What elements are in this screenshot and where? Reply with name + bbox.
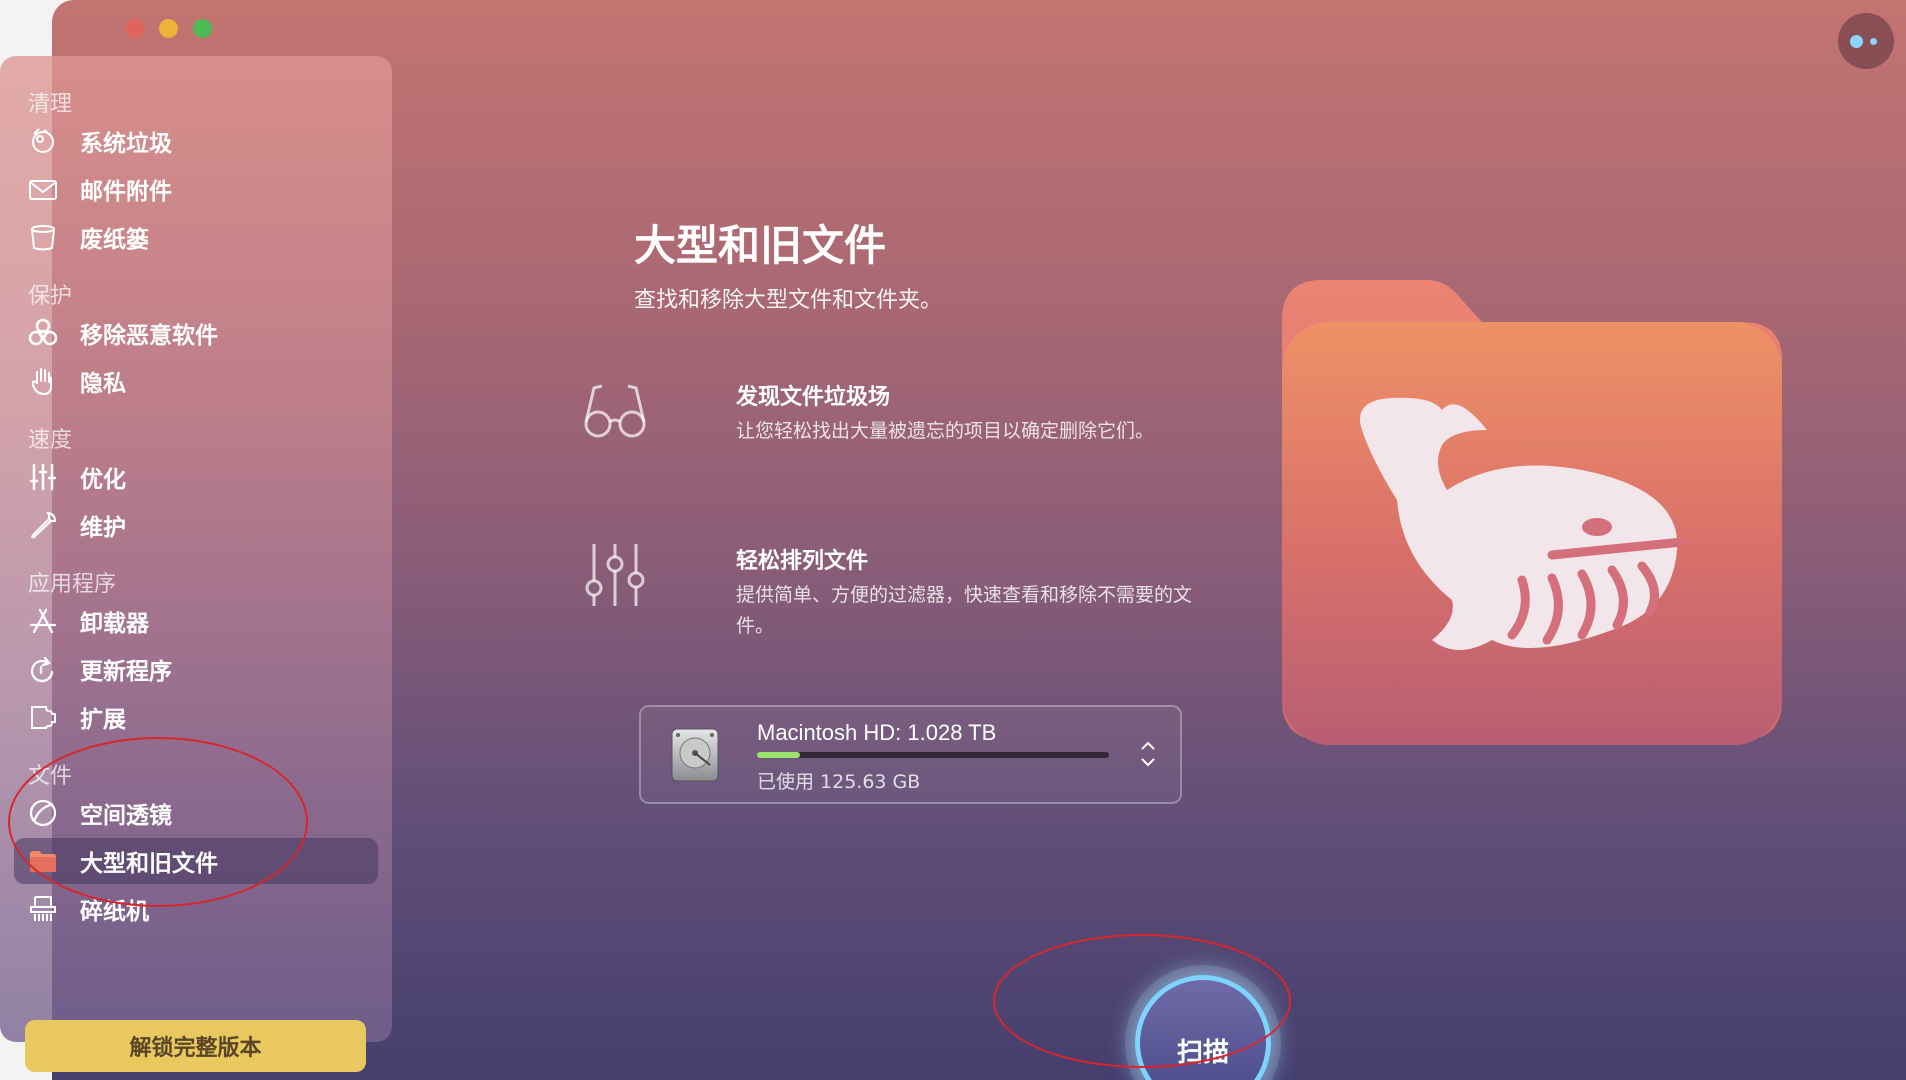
sidebar-item-label: 卸载器 — [80, 611, 149, 637]
sliders-icon — [28, 462, 58, 492]
wrench-icon — [28, 510, 58, 540]
sidebar-item-mail-attachments[interactable]: 邮件附件 — [14, 166, 378, 212]
sidebar-item-trash[interactable]: 废纸篓 — [14, 214, 378, 260]
assistant-button[interactable] — [1838, 13, 1894, 69]
sidebar-item-maintenance[interactable]: 维护 — [14, 502, 378, 548]
hard-drive-icon — [671, 728, 719, 782]
sidebar-item-shredder[interactable]: 碎纸机 — [14, 886, 378, 932]
hand-icon — [28, 366, 58, 396]
space-lens-icon — [28, 798, 58, 828]
sidebar-item-privacy[interactable]: 隐私 — [14, 358, 378, 404]
sidebar-section-protect: 保护 — [28, 284, 73, 309]
sidebar: 清理 系统垃圾 邮件附件 废纸篓 保护 移除恶意软件 隐私 速度 优化 维护 应… — [0, 56, 392, 1072]
sidebar-item-space-lens[interactable]: 空间透镜 — [14, 790, 378, 836]
sidebar-item-label: 隐私 — [80, 371, 126, 397]
sidebar-section-clean: 清理 — [28, 92, 73, 117]
chevron-up-down-icon[interactable] — [1138, 737, 1158, 771]
sidebar-item-updater[interactable]: 更新程序 — [14, 646, 378, 692]
sidebar-item-label: 大型和旧文件 — [80, 851, 218, 877]
sidebar-item-uninstaller[interactable]: 卸载器 — [14, 598, 378, 644]
disk-name: Macintosh HD: 1.028 TB — [757, 720, 997, 745]
sidebar-item-optimization[interactable]: 优化 — [14, 454, 378, 500]
scan-button[interactable]: 扫描 — [1135, 975, 1271, 1080]
page-subtitle: 查找和移除大型文件和文件夹。 — [634, 288, 943, 313]
sidebar-section-files: 文件 — [28, 764, 73, 789]
close-window-button[interactable] — [125, 19, 144, 38]
extension-icon — [28, 702, 58, 732]
page-title: 大型和旧文件 — [634, 221, 887, 270]
disk-selector[interactable]: Macintosh HD: 1.028 TB 已使用 125.63 GB — [639, 705, 1182, 804]
glasses-icon — [584, 384, 646, 438]
feature-description: 提供简单、方便的过滤器，快速查看和移除不需要的文件。 — [736, 584, 1193, 637]
assistant-dot-icon — [1850, 35, 1863, 48]
sidebar-section-apps: 应用程序 — [28, 572, 117, 597]
zoom-window-button[interactable] — [193, 19, 212, 38]
sidebar-item-label: 邮件附件 — [80, 179, 172, 205]
disk-usage-bar — [757, 752, 1109, 758]
biohazard-icon — [28, 318, 58, 348]
folder-whale-illustration — [1282, 280, 1782, 745]
sidebar-item-label: 废纸篓 — [80, 227, 149, 253]
filter-sliders-icon — [585, 544, 645, 606]
disk-used-label: 已使用 125.63 GB — [757, 771, 921, 793]
sidebar-item-malware-removal[interactable]: 移除恶意软件 — [14, 310, 378, 356]
trash-icon — [28, 222, 58, 252]
feature-description: 让您轻松找出大量被遗忘的项目以确定删除它们。 — [736, 420, 1155, 442]
update-icon — [28, 654, 58, 684]
feature-title: 发现文件垃圾场 — [736, 385, 891, 410]
system-junk-icon — [28, 126, 58, 156]
minimize-window-button[interactable] — [159, 19, 178, 38]
unlock-full-version-button[interactable]: 解锁完整版本 — [25, 1020, 366, 1072]
sidebar-item-large-old-files[interactable]: 大型和旧文件 — [14, 838, 378, 884]
shredder-icon — [28, 894, 58, 924]
sidebar-item-label: 优化 — [80, 467, 126, 493]
assistant-dot-icon — [1870, 38, 1877, 45]
sidebar-item-label: 碎纸机 — [80, 899, 149, 925]
sidebar-item-label: 扩展 — [80, 707, 126, 733]
mail-icon — [28, 174, 58, 204]
sidebar-item-label: 维护 — [80, 515, 126, 541]
sidebar-item-extensions[interactable]: 扩展 — [14, 694, 378, 740]
sidebar-item-label: 空间透镜 — [80, 803, 172, 829]
app-store-icon — [28, 606, 58, 636]
folder-icon — [28, 846, 58, 876]
sidebar-item-label: 系统垃圾 — [80, 131, 172, 157]
sidebar-item-system-junk[interactable]: 系统垃圾 — [14, 118, 378, 164]
sidebar-item-label: 移除恶意软件 — [80, 323, 218, 349]
sidebar-section-speed: 速度 — [28, 428, 73, 453]
sidebar-item-label: 更新程序 — [80, 659, 172, 685]
feature-title: 轻松排列文件 — [736, 549, 869, 574]
disk-usage-fill — [757, 752, 800, 758]
